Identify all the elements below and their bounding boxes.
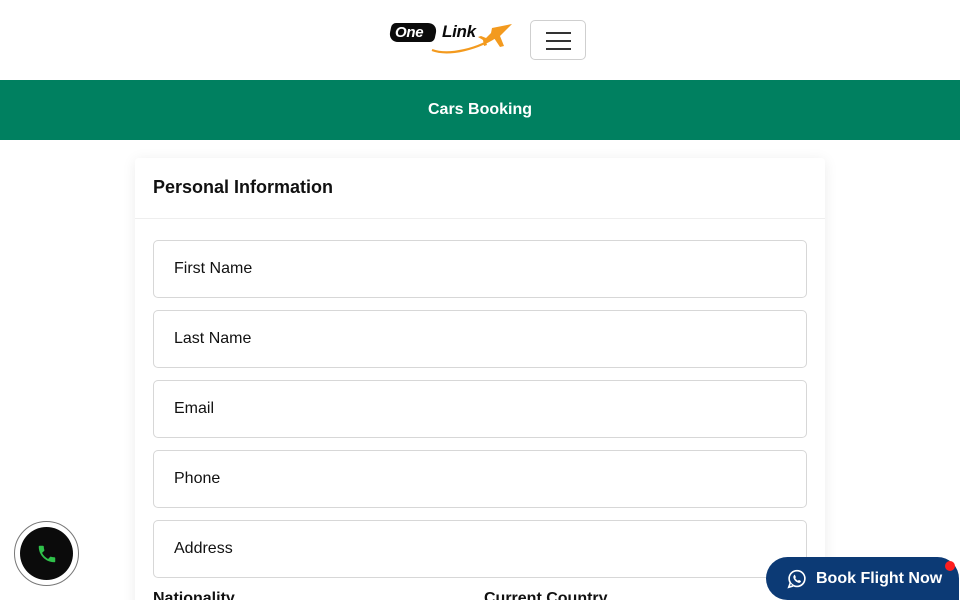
current-country-label: Current Country — [484, 590, 608, 600]
last-name-input[interactable] — [153, 310, 807, 368]
logo-word-one: One — [395, 24, 424, 41]
page-banner: Cars Booking — [0, 80, 960, 140]
menu-toggle-button[interactable] — [530, 20, 586, 60]
logo-word-link: Link — [442, 22, 476, 41]
first-name-input[interactable] — [153, 240, 807, 298]
hamburger-icon — [546, 40, 571, 42]
personal-info-card: Personal Information Nationality Current… — [135, 158, 825, 600]
page-title: Cars Booking — [427, 101, 532, 118]
whatsapp-icon — [786, 568, 808, 590]
hamburger-icon — [546, 32, 571, 34]
onelink-logo[interactable]: One Link — [387, 20, 514, 58]
book-flight-label: Book Flight Now — [816, 569, 943, 587]
call-button[interactable] — [14, 521, 79, 586]
hamburger-icon — [546, 48, 571, 50]
book-flight-button[interactable]: Book Flight Now — [766, 557, 959, 600]
phone-icon — [38, 545, 55, 562]
email-input[interactable] — [153, 380, 807, 438]
address-input[interactable] — [153, 520, 807, 578]
nationality-label: Nationality — [153, 590, 235, 600]
section-title: Personal Information — [153, 177, 334, 197]
card-header: Personal Information — [135, 158, 825, 219]
phone-input[interactable] — [153, 450, 807, 508]
top-navbar: One Link — [0, 0, 960, 80]
notification-dot — [945, 561, 955, 571]
